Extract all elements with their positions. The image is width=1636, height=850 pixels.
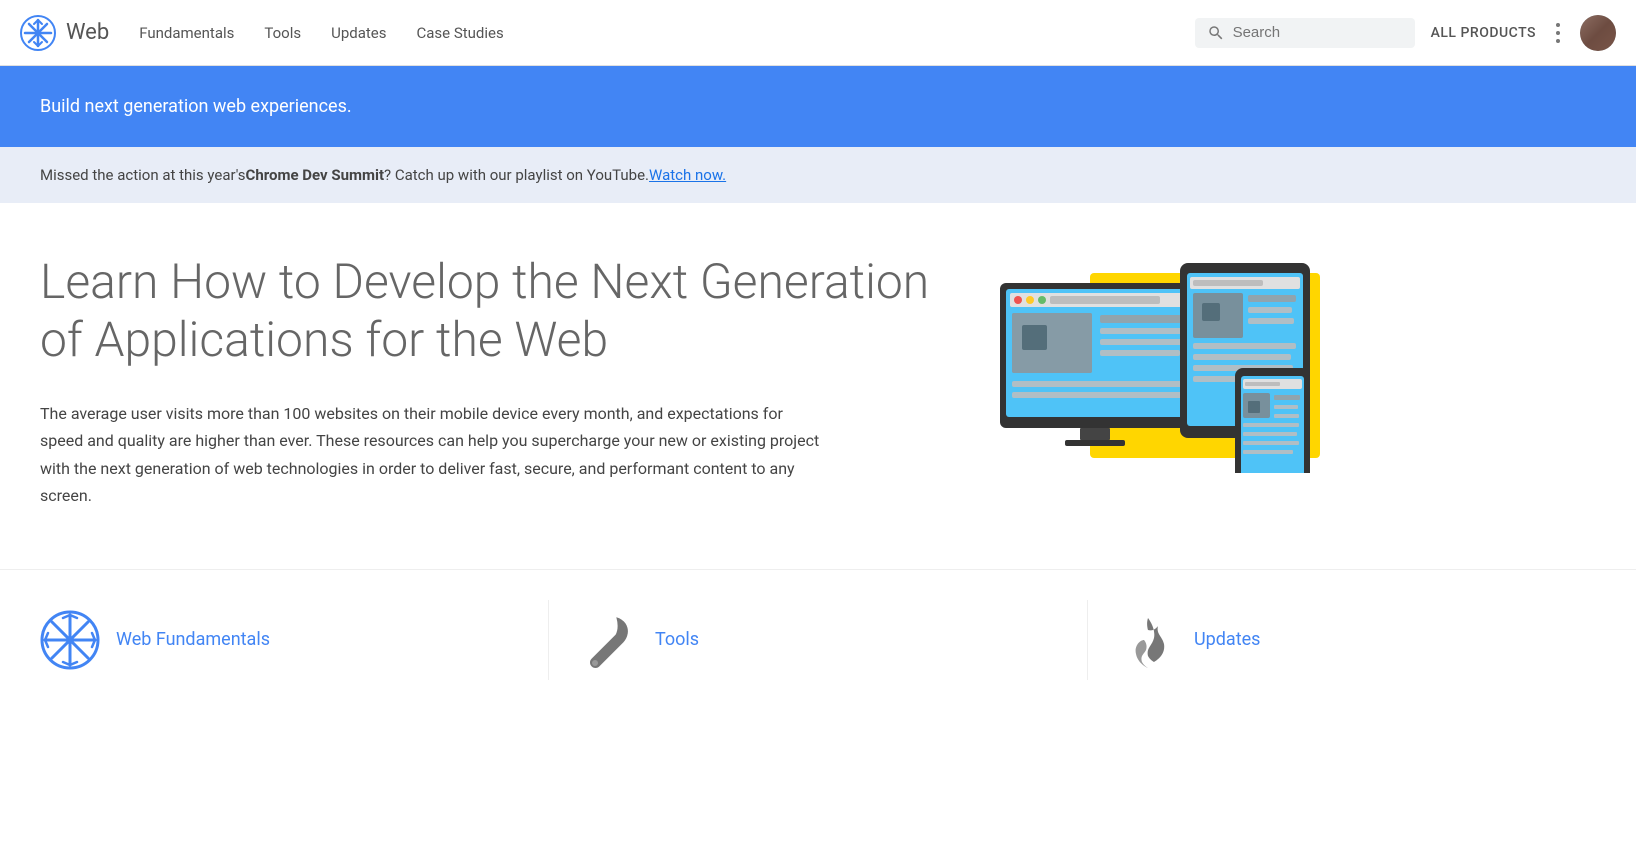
hero-banner-text: Build next generation web experiences. [40,96,352,117]
info-banner-suffix: ? Catch up with our playlist on YouTube. [384,166,649,184]
nav-link-case-studies[interactable]: Case Studies [416,20,503,46]
logo-icon [20,15,56,51]
hero-title: Learn How to Develop the Next Generation… [40,253,940,368]
hero-banner: Build next generation web experiences. [0,66,1636,147]
hero-illustration [980,253,1340,473]
all-products-button[interactable]: ALL PRODUCTS [1431,25,1536,41]
dot [1556,23,1560,27]
updates-icon [1118,610,1178,670]
logo-text: Web [66,20,109,45]
hero-body: The average user visits more than 100 we… [40,400,820,509]
nav-link-tools[interactable]: Tools [264,20,301,46]
devices-svg [980,253,1340,473]
nav-logo[interactable]: Web [20,15,109,51]
tools-icon [579,610,639,670]
dot [1556,39,1560,43]
search-container[interactable] [1195,18,1415,48]
web-fundamentals-card[interactable]: Web Fundamentals [40,590,518,690]
dot [1556,31,1560,35]
nav-link-fundamentals[interactable]: Fundamentals [139,20,234,46]
web-fundamentals-label: Web Fundamentals [116,629,270,650]
search-input[interactable] [1233,24,1403,41]
nav-links: Fundamentals Tools Updates Case Studies [139,20,1194,46]
info-banner: Missed the action at this year's Chrome … [0,147,1636,203]
avatar-image [1580,15,1616,51]
info-banner-prefix: Missed the action at this year's [40,166,246,184]
more-options-button[interactable] [1552,19,1564,47]
nav-link-updates[interactable]: Updates [331,20,386,46]
hero-text: Learn How to Develop the Next Generation… [40,253,940,509]
hero-section: Learn How to Develop the Next Generation… [0,203,1600,549]
search-icon [1207,24,1225,42]
card-divider-2 [1087,600,1088,680]
updates-label: Updates [1194,629,1260,650]
nav-right: ALL PRODUCTS [1195,15,1616,51]
watch-now-link[interactable]: Watch now. [649,166,726,184]
tools-card[interactable]: Tools [579,590,1057,690]
tools-label: Tools [655,629,699,650]
updates-card[interactable]: Updates [1118,590,1596,690]
web-fundamentals-icon [40,610,100,670]
navbar: Web Fundamentals Tools Updates Case Stud… [0,0,1636,66]
bottom-cards: Web Fundamentals Tools Updates [0,569,1636,710]
card-divider-1 [548,600,549,680]
user-avatar[interactable] [1580,15,1616,51]
info-banner-bold: Chrome Dev Summit [246,166,385,184]
